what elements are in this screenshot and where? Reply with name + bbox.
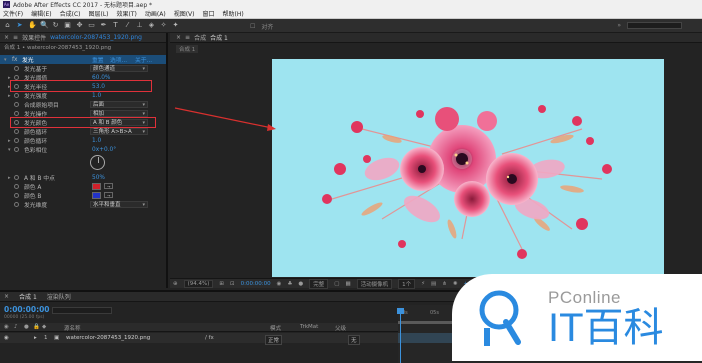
mode-column[interactable]: 模式 (270, 324, 281, 332)
lock-icon[interactable]: 🔒 (33, 324, 40, 330)
solo-icon[interactable]: ● (24, 324, 29, 330)
layer-name[interactable]: watercolor-2087453_1920.png (66, 335, 150, 341)
watermark-title: IT百科 (548, 306, 664, 350)
eye-icon[interactable]: ◉ (4, 335, 9, 341)
eye-icon[interactable]: ◉ (4, 324, 9, 330)
timeline-search-input[interactable] (52, 307, 112, 314)
trkmat-column[interactable]: TrkMat (300, 324, 318, 330)
switch-icon[interactable]: / fx (205, 335, 214, 341)
pconline-logo-icon (479, 290, 521, 346)
watermark-brand: PConline (548, 288, 621, 307)
layer-columns-header: ◉ ♪ ● 🔒 ◆ 源名称 模式 TrkMat 父级 (0, 323, 398, 332)
pconline-watermark: PConline IT百科 (452, 274, 702, 361)
layer-parent-dropdown[interactable]: 无 (348, 335, 360, 345)
layer-row[interactable]: ◉ ▸ 1 ▣ watercolor-2087453_1920.png / fx… (0, 333, 398, 345)
playhead[interactable] (397, 308, 404, 363)
source-name-column[interactable]: 源名称 (64, 324, 81, 332)
audio-icon[interactable]: ♪ (14, 324, 18, 330)
layer-index: 1 (44, 335, 48, 341)
timeline-timecode[interactable]: 0:00:00:00 (4, 305, 50, 314)
expand-triangle-icon[interactable]: ▸ (34, 335, 37, 341)
timeline-fps: 00000 (25.00 fps) (4, 315, 45, 320)
timeline-tab[interactable]: 合成 1 (19, 292, 37, 301)
footage-icon: ▣ (54, 335, 60, 341)
layer-mode-dropdown[interactable]: 正常 (265, 335, 283, 345)
close-icon[interactable]: × (4, 293, 9, 300)
render-queue-tab[interactable]: 渲染队列 (47, 292, 71, 301)
parent-column[interactable]: 父级 (335, 324, 346, 332)
ruler-mark: 05s (430, 310, 439, 316)
label-icon[interactable]: ◆ (42, 324, 46, 330)
